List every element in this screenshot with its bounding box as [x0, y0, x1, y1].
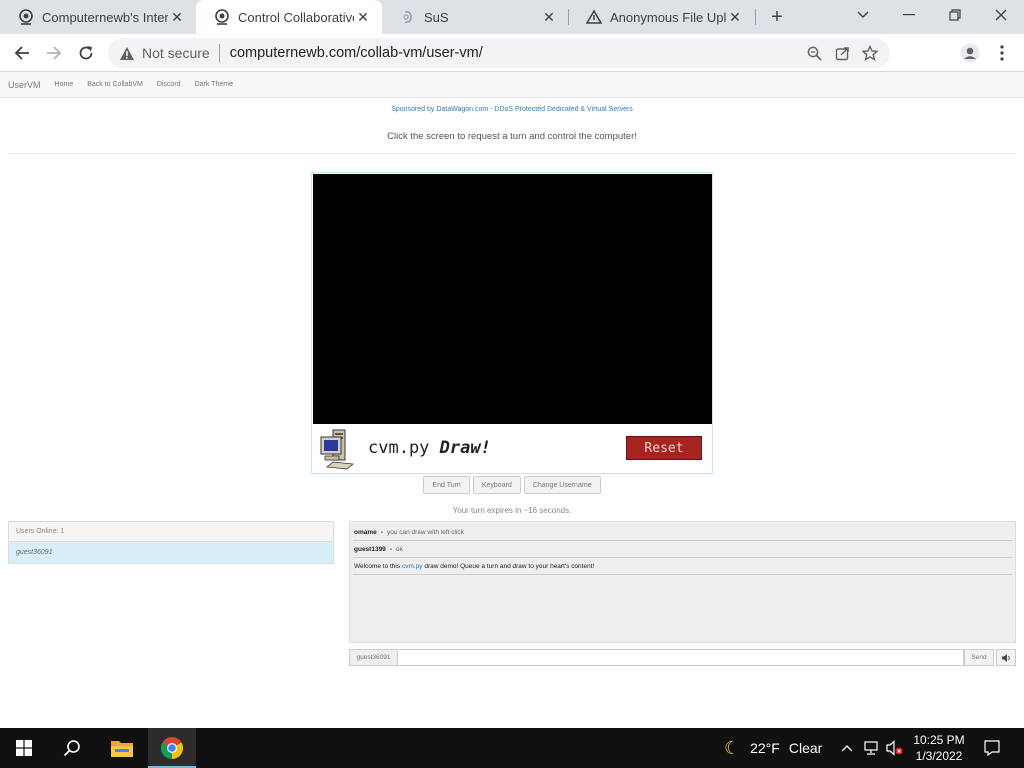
share-icon[interactable]: [828, 39, 856, 67]
divider: [8, 153, 1016, 154]
chat-input[interactable]: [398, 649, 964, 666]
tab-title: Computernewb's Intern: [42, 9, 168, 25]
reload-icon[interactable]: [72, 39, 100, 67]
profile-avatar-icon[interactable]: [956, 39, 984, 67]
back-arrow-icon[interactable]: [8, 39, 36, 67]
user-list-item[interactable]: guest36091: [9, 542, 333, 563]
sponsor-link[interactable]: Sponsored by DataWagon.com - DDoS Protec…: [0, 106, 1024, 113]
chat-username: guest1399: [354, 545, 386, 553]
new-tab-button[interactable]: +: [764, 4, 790, 30]
change-username-button[interactable]: Change Username: [523, 476, 601, 494]
weather-temperature: 22°F: [750, 740, 780, 756]
windows-start-icon[interactable]: [0, 728, 48, 768]
vm-logo-icon: [214, 9, 230, 25]
system-clock[interactable]: 10:25 PM 1/3/2022: [906, 732, 972, 764]
users-online-panel: Users Online: 1 guest36091: [8, 521, 334, 564]
vm-display[interactable]: cvm.py Draw! Reset: [311, 172, 713, 474]
app-title: cvm.py Draw!: [368, 438, 491, 458]
nav-link-discord[interactable]: Discord: [157, 81, 181, 88]
nav-link-home[interactable]: Home: [55, 81, 74, 88]
close-tab-icon[interactable]: ✕: [168, 8, 186, 26]
volume-muted-icon[interactable]: [884, 728, 906, 768]
vm-app-bar: cvm.py Draw! Reset: [313, 424, 712, 472]
system-message-suffix: draw demo! Queue a turn and draw to your…: [424, 562, 595, 570]
turn-instruction: Click the screen to request a turn and c…: [387, 131, 637, 142]
app-name: cvm.py: [368, 438, 430, 458]
tab-title: Control Collaborative V: [238, 9, 354, 25]
cvm-py-link[interactable]: cvm.py: [402, 563, 423, 570]
computer-icon: [320, 429, 354, 470]
tab-control-collaborative[interactable]: Control Collaborative V ✕: [196, 0, 382, 34]
url-text[interactable]: computernewb.com/collab-vm/user-vm/: [230, 45, 800, 61]
file-upload-icon: [586, 9, 602, 25]
tab-title: SuS: [424, 9, 449, 25]
forward-arrow-icon[interactable]: [40, 39, 68, 67]
browser-tab-strip: Computernewb's Intern ✕ Control Collabor…: [0, 0, 1024, 34]
menu-dots-icon[interactable]: [988, 39, 1016, 67]
windows-taskbar: ☾ 22°F Clear 10:25 PM 1/3/2022: [0, 728, 1024, 768]
security-status[interactable]: Not secure: [142, 45, 210, 61]
minimize-icon[interactable]: [886, 0, 932, 30]
chat-input-bar: guest36091 Send: [349, 649, 1016, 666]
close-window-icon[interactable]: [978, 0, 1024, 30]
tab-separator: [755, 9, 756, 25]
users-online-count: Users Online: 1: [9, 522, 333, 542]
site-navbar: UserVM Home Back to CollabVM Discord Dar…: [0, 72, 1024, 98]
address-bar[interactable]: Not secure computernewb.com/collab-vm/us…: [108, 38, 890, 68]
weather-widget[interactable]: ☾ 22°F Clear: [724, 728, 822, 768]
zoom-icon[interactable]: [800, 39, 828, 67]
search-icon[interactable]: [48, 728, 96, 768]
moon-icon: ☾: [724, 737, 741, 758]
vm-controls: End Turn Keyboard Change Username: [0, 476, 1024, 494]
tab-computernewb[interactable]: Computernewb's Intern ✕: [0, 0, 196, 34]
close-tab-icon[interactable]: ✕: [354, 8, 372, 26]
clock-date: 1/3/2022: [915, 749, 963, 763]
chat-text: you can draw with left click: [386, 528, 464, 536]
chevron-up-icon[interactable]: [838, 728, 856, 768]
weather-condition: Clear: [788, 740, 823, 756]
notification-icon[interactable]: [978, 728, 1006, 768]
nav-link-back-to-collabvm[interactable]: Back to CollabVM: [87, 81, 143, 88]
vm-screen-canvas[interactable]: [313, 174, 712, 424]
clock-time: 10:25 PM: [913, 733, 965, 747]
loading-icon: [400, 9, 416, 25]
chat-log[interactable]: omame - you can draw with left click gue…: [349, 521, 1016, 643]
tab-sus[interactable]: SuS ✕: [382, 0, 568, 34]
volume-icon[interactable]: [996, 649, 1016, 666]
tab-anonymous-file-upload[interactable]: Anonymous File Upload ✕: [568, 0, 754, 34]
reset-button[interactable]: Reset: [626, 436, 702, 460]
chat-username: omame: [354, 528, 377, 536]
file-explorer-icon[interactable]: [98, 728, 146, 768]
turn-status: Your turn expires in ~16 seconds.: [452, 506, 572, 515]
chat-username-label: guest36091: [349, 649, 398, 666]
nav-link-dark-theme[interactable]: Dark Theme: [195, 81, 233, 88]
end-turn-button[interactable]: End Turn: [423, 476, 470, 494]
browser-toolbar: Not secure computernewb.com/collab-vm/us…: [0, 34, 1024, 72]
site-brand[interactable]: UserVM: [8, 80, 41, 90]
close-tab-icon[interactable]: ✕: [726, 8, 744, 26]
system-message-prefix: Welcome to this: [354, 562, 401, 570]
app-action: Draw!: [439, 438, 491, 458]
divider: [218, 44, 220, 62]
restore-icon[interactable]: [932, 0, 978, 30]
close-tab-icon[interactable]: ✕: [540, 8, 558, 26]
chat-system-message: Welcome to this cvm.py draw demo! Queue …: [353, 558, 1012, 575]
warning-icon: [119, 45, 135, 61]
keyboard-button[interactable]: Keyboard: [472, 476, 521, 494]
network-icon[interactable]: [860, 728, 882, 768]
chat-message: guest1399 - ok: [353, 541, 1012, 558]
tab-search-icon[interactable]: [840, 0, 886, 30]
send-button[interactable]: Send: [964, 649, 994, 666]
bookmark-star-icon[interactable]: [856, 39, 884, 67]
vm-logo-icon: [18, 9, 34, 25]
chat-text: ok: [395, 545, 403, 553]
tab-title: Anonymous File Upload: [610, 9, 726, 25]
chat-message: omame - you can draw with left click: [353, 524, 1012, 541]
chrome-icon[interactable]: [148, 728, 196, 768]
